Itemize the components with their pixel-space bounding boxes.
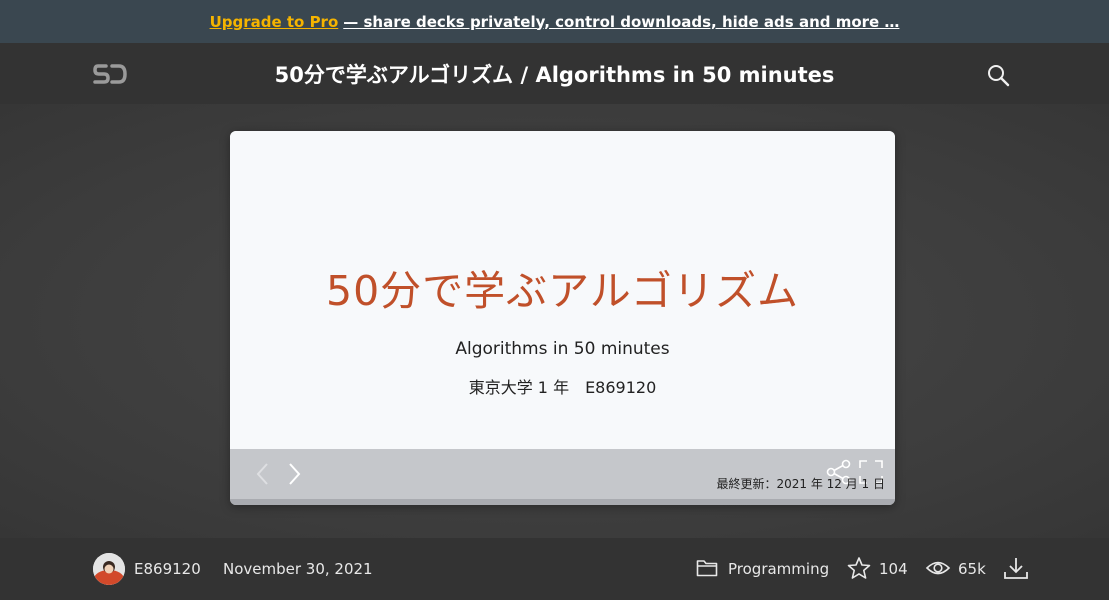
stars-count: 104	[879, 560, 908, 578]
slide-author: 東京大学 1 年 E869120	[468, 378, 657, 397]
avatar[interactable]	[93, 553, 125, 585]
slide-page: 50分で学ぶアルゴリズム Algorithms in 50 minutes 東京…	[230, 131, 895, 449]
deck-meta-bar: E869120 November 30, 2021 Programming 10…	[0, 538, 1109, 600]
slide-subtitle: Algorithms in 50 minutes	[455, 339, 670, 359]
deck-title: 50分で学ぶアルゴリズム / Algorithms in 50 minutes	[274, 62, 835, 87]
upgrade-pro-link[interactable]: Upgrade to Pro	[210, 13, 339, 31]
header: 50分で学ぶアルゴリズム / Algorithms in 50 minutes	[0, 43, 1109, 104]
slide-title: 50分で学ぶアルゴリズム	[326, 267, 799, 315]
eye-icon	[925, 558, 951, 578]
promo-banner: Upgrade to Pro — share decks privately, …	[0, 0, 1109, 43]
chevron-right-icon[interactable]	[285, 461, 303, 487]
slide-viewer[interactable]: 50分で学ぶアルゴリズム Algorithms in 50 minutes 東京…	[230, 131, 895, 505]
author-link[interactable]: E869120	[134, 560, 201, 578]
slide-progress-bar[interactable]	[230, 499, 895, 505]
slide-stage: 50分で学ぶアルゴリズム Algorithms in 50 minutes 東京…	[0, 104, 1109, 538]
views-count: 65k	[958, 560, 986, 578]
download-icon[interactable]	[1003, 555, 1029, 581]
promo-text-link[interactable]: — share decks privately, control downloa…	[343, 13, 899, 31]
slide-controls: 最終更新：2021 年 12 月 1 日	[230, 449, 895, 499]
slide-updated-date: 最終更新：2021 年 12 月 1 日	[716, 477, 885, 491]
folder-icon	[696, 558, 718, 578]
search-icon[interactable]	[986, 63, 1010, 87]
chevron-left-icon[interactable]	[254, 461, 272, 487]
publish-date: November 30, 2021	[223, 560, 373, 578]
star-icon[interactable]	[846, 556, 872, 580]
category-link[interactable]: Programming	[728, 560, 829, 578]
